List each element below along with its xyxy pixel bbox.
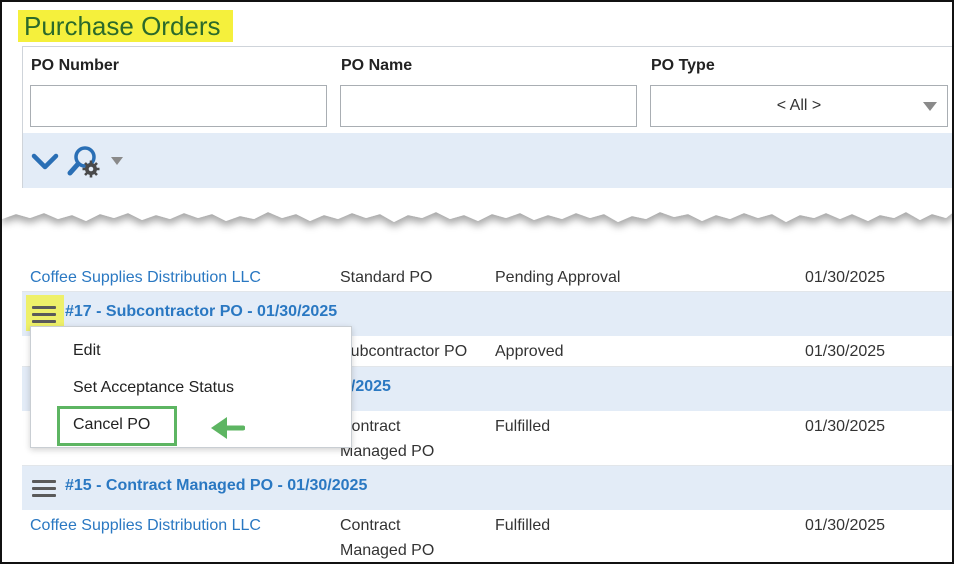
table-row: Coffee Supplies Distribution LLC Standar… (22, 262, 952, 292)
date-cell: 01/30/2025 (805, 269, 886, 286)
po-type-cell-line2: Managed PO (340, 542, 435, 559)
title-highlight: Purchase Orders (18, 10, 233, 42)
page-title: Purchase Orders (24, 11, 221, 41)
hamburger-menu-icon[interactable] (32, 306, 56, 324)
menu-item-cancel-po[interactable]: Cancel PO (73, 416, 150, 434)
status-cell: Fulfilled (495, 418, 551, 435)
po-type-cell: Standard PO (340, 269, 433, 286)
po-type-cell: Subcontractor PO (340, 343, 468, 360)
status-cell: Pending Approval (495, 269, 621, 286)
po-type-selected-value: < All > (776, 97, 822, 114)
po-name-label: PO Name (341, 57, 413, 74)
po-type-cell-line1: Contract (340, 418, 401, 435)
date-cell: 01/30/2025 (805, 343, 886, 360)
dropdown-caret-icon[interactable] (111, 157, 123, 165)
table-row: Coffee Supplies Distribution LLC Contrac… (22, 510, 952, 562)
po-group-title[interactable]: #15 - Contract Managed PO - 01/30/2025 (65, 477, 367, 495)
po-type-label: PO Type (651, 57, 715, 74)
date-cell: 01/30/2025 (805, 517, 886, 534)
screenshot-frame: Purchase Orders PO Number PO Name PO Typ… (0, 0, 954, 564)
chevron-down-icon[interactable] (31, 151, 59, 173)
po-number-input[interactable] (30, 85, 327, 127)
po-number-label: PO Number (31, 57, 120, 74)
date-cell: 01/30/2025 (805, 418, 886, 435)
status-cell: Fulfilled (495, 517, 551, 534)
po-type-cell-line2: Managed PO (340, 443, 435, 460)
arrow-left-icon (211, 417, 245, 439)
po-group-title[interactable]: #17 - Subcontractor PO - 01/30/2025 (65, 303, 337, 321)
po-group-header: #15 - Contract Managed PO - 01/30/2025 (22, 466, 952, 510)
search-settings-icon[interactable] (67, 145, 103, 179)
vendor-link[interactable]: Coffee Supplies Distribution LLC (30, 513, 261, 538)
menu-item-set-acceptance-status[interactable]: Set Acceptance Status (73, 379, 234, 397)
vendor-link[interactable]: Coffee Supplies Distribution LLC (30, 265, 261, 290)
chevron-down-icon (923, 102, 937, 111)
po-name-input[interactable] (340, 85, 637, 127)
filter-toolbar (23, 133, 952, 192)
hamburger-menu-icon[interactable] (32, 480, 56, 498)
status-cell: Approved (495, 343, 564, 360)
po-type-cell-line1: Contract (340, 517, 401, 534)
filter-panel: PO Number PO Name PO Type < All > (22, 46, 952, 192)
menu-item-edit[interactable]: Edit (73, 342, 101, 360)
po-context-menu: Edit Set Acceptance Status Cancel PO (30, 326, 352, 448)
po-type-select[interactable]: < All > (650, 85, 948, 127)
torn-edge-divider (2, 188, 952, 222)
